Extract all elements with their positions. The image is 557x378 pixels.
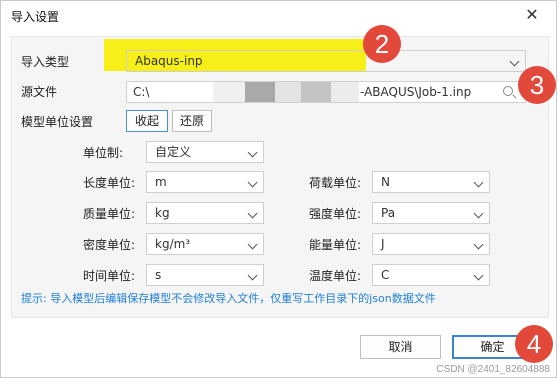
source-file-path-start: C:\ [133,85,150,99]
chevron-down-icon [247,147,258,158]
redacted-path-segment [245,82,275,102]
chevron-down-icon [247,270,258,281]
energy-unit-label: 能量单位: [309,238,362,252]
load-unit-value: N [381,175,390,189]
chevron-down-icon [473,270,484,281]
source-file-label: 源文件 [21,85,58,99]
chevron-down-icon [247,239,258,250]
unit-system-value: 自定义 [155,145,192,159]
unit-system-select[interactable]: 自定义 [146,141,264,163]
load-unit-label: 荷载单位: [309,176,362,190]
title-bar: 导入设置 [1,1,557,31]
load-unit-select[interactable]: N [372,171,490,193]
temperature-unit-label: 温度单位: [309,269,362,283]
annotation-marker-4: 4 [515,325,553,363]
chevron-down-icon [473,177,484,188]
model-units-label: 模型单位设置 [21,115,94,129]
collapse-button[interactable]: 收起 [126,110,168,132]
annotation-marker-3: 3 [518,66,556,104]
hint-text: 提示: 导入模型后编辑保存模型不会修改导入文件，仅重写工作目录下的json数据文… [21,292,436,305]
import-type-label: 导入类型 [21,55,70,69]
search-icon[interactable] [503,86,513,96]
redacted-path-segment [301,82,331,102]
length-unit-value: m [155,175,167,189]
mass-unit-value: kg [155,206,170,220]
close-icon[interactable]: ✕ [524,7,540,23]
chevron-down-icon [473,239,484,250]
length-unit-select[interactable]: m [146,171,264,193]
annotation-marker-2: 2 [363,25,401,63]
mass-unit-label: 质量单位: [83,207,136,221]
import-type-select[interactable]: Abaqus-inp [126,50,526,72]
import-type-value: Abaqus-inp [135,54,203,68]
chevron-down-icon [247,177,258,188]
redacted-path-segment [213,82,245,102]
chevron-down-icon [247,208,258,219]
temperature-unit-select[interactable]: C [372,264,490,286]
mass-unit-select[interactable]: kg [146,202,264,224]
length-unit-label: 长度单位: [83,176,136,190]
redacted-path-segment [275,82,301,102]
density-unit-label: 密度单位: [83,238,136,252]
restore-button[interactable]: 还原 [172,110,212,132]
watermark: CSDN @2401_82604888 [436,364,550,375]
temperature-unit-value: C [381,268,390,282]
source-file-path-end: -ABAQUS\Job-1.inp [360,85,472,99]
chevron-down-icon [509,56,520,67]
density-unit-select[interactable]: kg/m³ [146,233,264,255]
time-unit-select[interactable]: s [146,264,264,286]
time-unit-value: s [155,268,162,282]
strength-unit-label: 强度单位: [309,207,362,221]
redacted-path-segment [331,82,359,102]
dialog-title: 导入设置 [11,9,60,24]
import-settings-dialog: 导入设置 ✕ 导入类型 Abaqus-inp 源文件 C:\ -ABAQUS\J… [0,0,557,378]
energy-unit-select[interactable]: J [372,233,490,255]
strength-unit-value: Pa [381,206,396,220]
strength-unit-select[interactable]: Pa [372,202,490,224]
chevron-down-icon [473,208,484,219]
density-unit-value: kg/m³ [155,237,191,251]
cancel-button[interactable]: 取消 [360,335,441,359]
energy-unit-value: J [381,237,385,251]
time-unit-label: 时间单位: [83,269,136,283]
unit-system-label: 单位制: [83,146,124,160]
